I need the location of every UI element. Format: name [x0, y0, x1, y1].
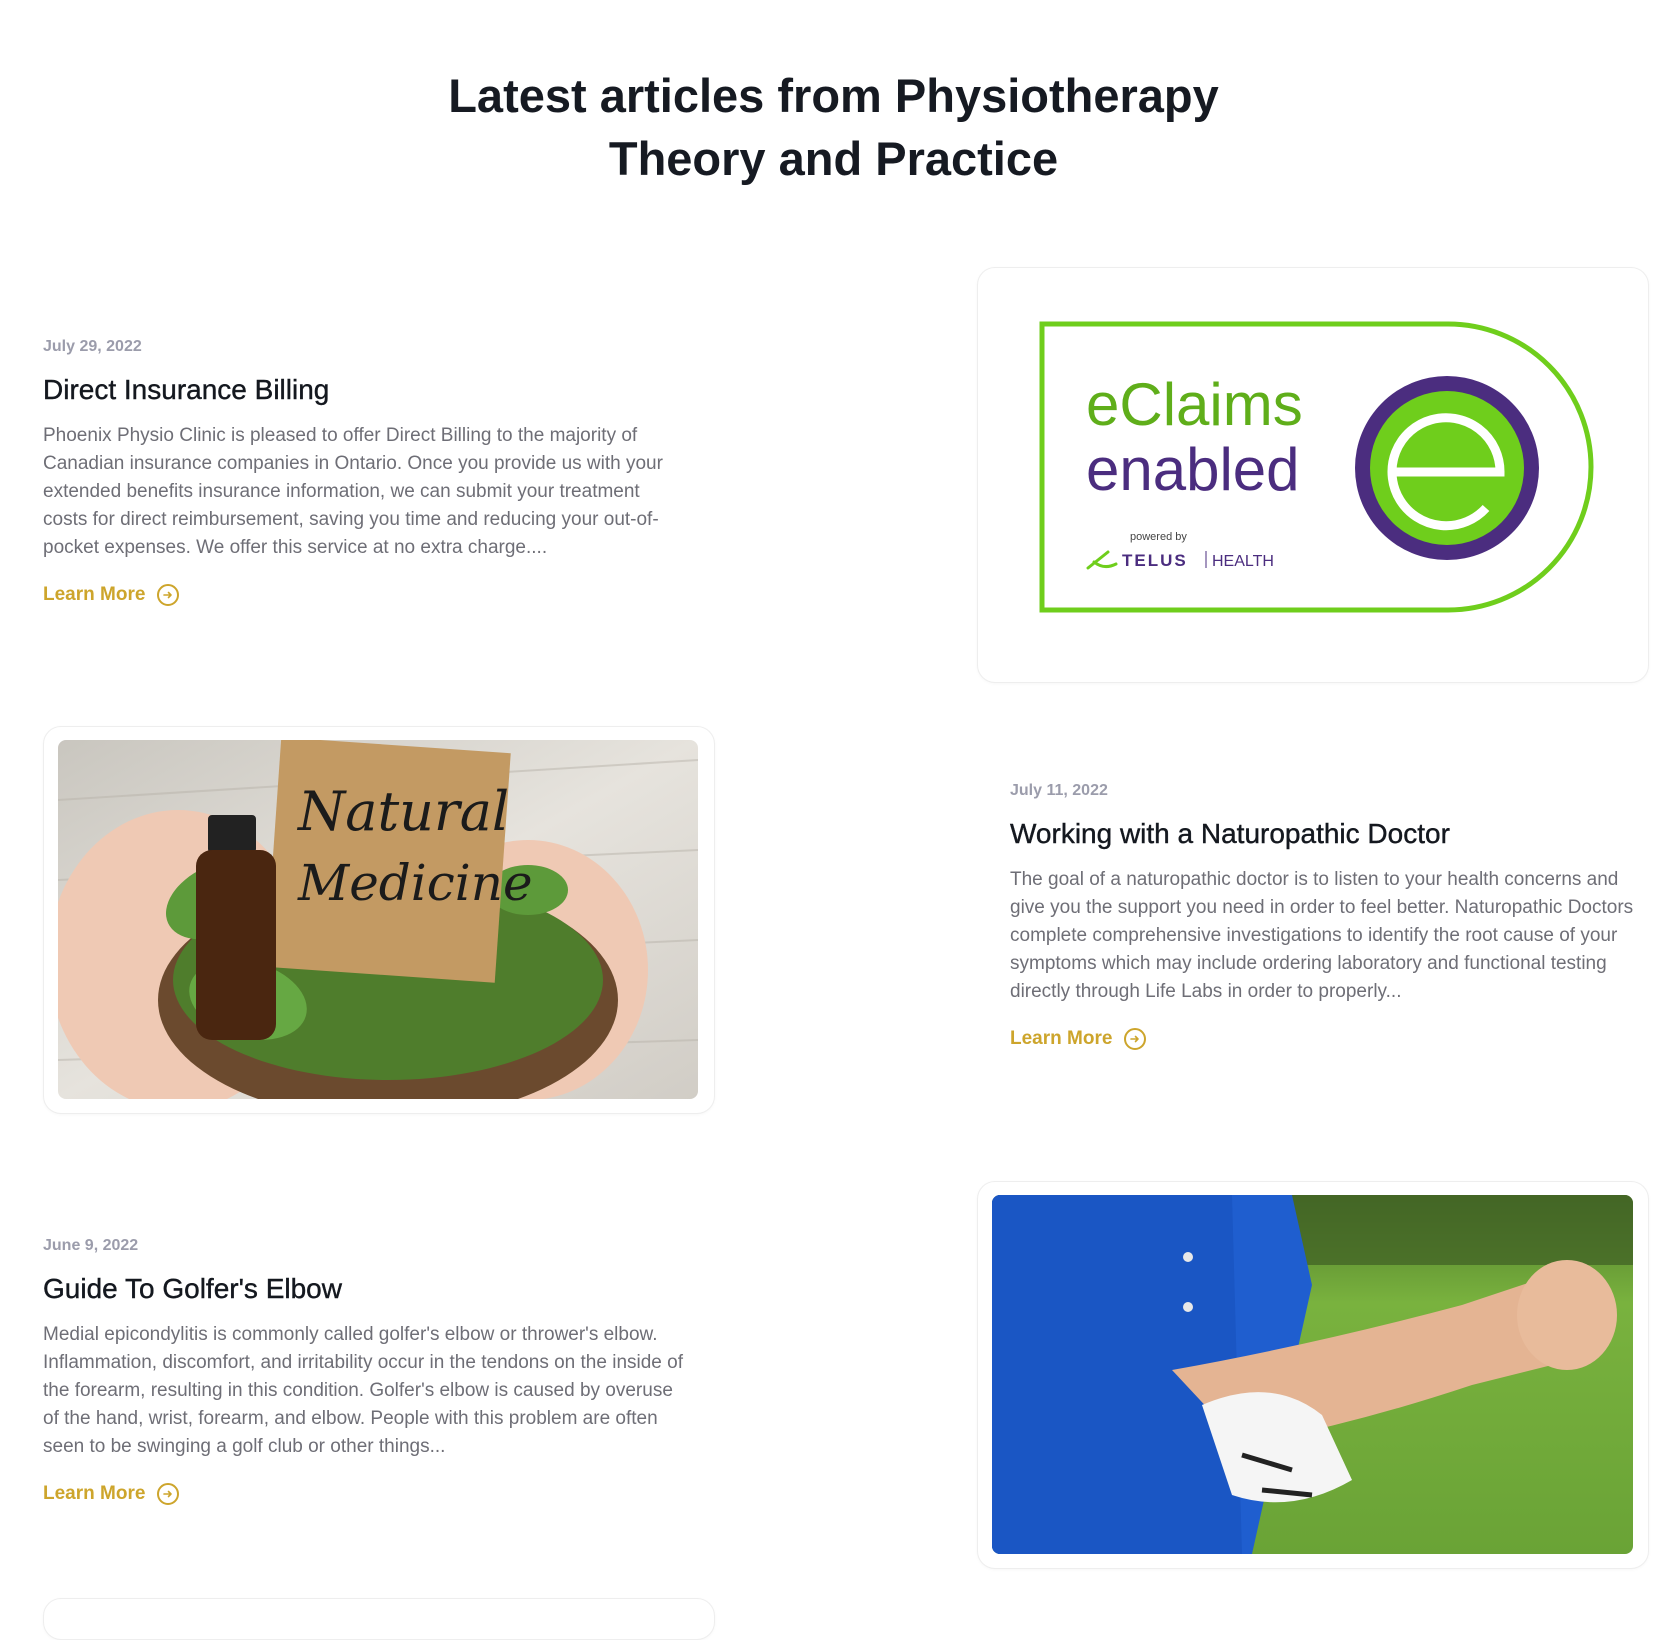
post-image-card-partial[interactable] [43, 1598, 715, 1640]
post-image-card[interactable] [977, 1181, 1649, 1569]
post-title[interactable]: Direct Insurance Billing [43, 372, 683, 408]
learn-more-link[interactable]: Learn More [43, 1483, 180, 1505]
post-image-card[interactable]: Natural Medicine [43, 726, 715, 1114]
post-title[interactable]: Guide To Golfer's Elbow [43, 1271, 683, 1307]
eclaims-line2: enabled [1086, 436, 1300, 503]
learn-more-label: Learn More [1010, 1028, 1113, 1049]
post-excerpt: Medial epicondylitis is commonly called … [43, 1324, 683, 1457]
learn-more-link[interactable]: Learn More [1010, 1028, 1147, 1050]
post-direct-insurance-billing: July 29, 2022 Direct Insurance Billing P… [43, 338, 683, 606]
learn-more-link[interactable]: Learn More [43, 584, 180, 606]
post-date: July 11, 2022 [1010, 782, 1108, 799]
sign-line2: Medicine [297, 854, 533, 912]
post-excerpt: Phoenix Physio Clinic is pleased to offe… [43, 425, 663, 558]
powered-by-text: powered by [1130, 531, 1187, 543]
post-excerpt: The goal of a naturopathic doctor is to … [1010, 869, 1634, 1002]
sign-line1: Natural [296, 780, 509, 843]
golfers-elbow-image [992, 1195, 1633, 1554]
post-date: June 9, 2022 [43, 1237, 139, 1254]
learn-more-label: Learn More [43, 1483, 146, 1504]
arrow-right-circle-icon [157, 584, 180, 606]
eclaims-logo-image: eClaims enabled powered by TELUS HEALTH [1039, 321, 1594, 613]
learn-more-label: Learn More [43, 584, 146, 605]
health-brand-text: HEALTH [1212, 553, 1274, 570]
post-guide-to-golfers-elbow: June 9, 2022 Guide To Golfer's Elbow Med… [43, 1237, 683, 1505]
post-title[interactable]: Working with a Naturopathic Doctor [1010, 816, 1650, 852]
post-working-with-naturopathic-doctor: July 11, 2022 Working with a Naturopathi… [1010, 782, 1650, 1050]
page-title-line2: Theory and Practice [608, 132, 1059, 185]
telus-brand-text: TELUS [1122, 551, 1188, 570]
post-date: July 29, 2022 [43, 338, 142, 355]
eclaims-line1: eClaims [1086, 371, 1303, 438]
arrow-right-circle-icon [157, 1483, 180, 1505]
telus-logo-icon [1086, 550, 1118, 570]
page-title: Latest articles from Physiotherapy Theor… [0, 64, 1667, 190]
natural-medicine-image: Natural Medicine [58, 740, 698, 1099]
post-image-card[interactable]: eClaims enabled powered by TELUS HEALTH [977, 267, 1649, 683]
arrow-right-circle-icon [1124, 1028, 1147, 1050]
page-title-line1: Latest articles from Physiotherapy [448, 69, 1219, 122]
